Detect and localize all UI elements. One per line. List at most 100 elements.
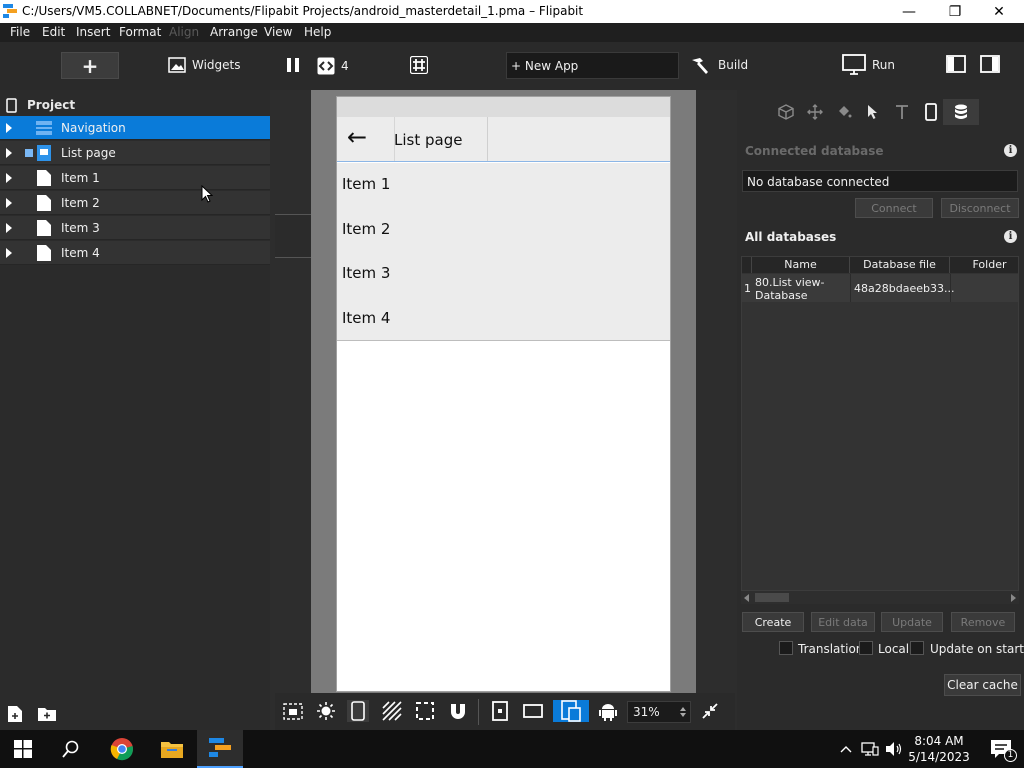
tree-item-item-1[interactable]: Item 1 (0, 166, 270, 190)
taskbar-clock[interactable]: 8:04 AM 5/14/2023 (905, 733, 973, 765)
multi-device-icon[interactable] (553, 700, 589, 722)
menu-help[interactable]: Help (304, 25, 331, 39)
move-icon[interactable] (805, 102, 825, 122)
expand-arrow-icon[interactable] (6, 198, 12, 208)
menu-edit[interactable]: Edit (42, 25, 65, 39)
database-icon[interactable] (943, 99, 979, 125)
expand-arrow-icon[interactable] (6, 123, 12, 133)
cube-icon[interactable] (776, 102, 796, 122)
update-on-startup-checkbox[interactable] (910, 641, 924, 655)
list-item[interactable]: Item 2 (342, 220, 390, 238)
list-item[interactable]: Item 3 (342, 264, 390, 282)
code-button[interactable]: 4 (317, 57, 349, 75)
toggle-right-panel-button[interactable] (980, 55, 1000, 73)
table-header-database-file[interactable]: Database file (850, 257, 950, 273)
list-item[interactable]: Item 1 (342, 175, 390, 193)
table-header-folder[interactable]: Folder (950, 257, 1018, 273)
new-folder-icon[interactable] (38, 707, 56, 721)
window-title: C:/Users/VM5.COLLABNET/Documents/Flipabi… (22, 4, 584, 18)
search-icon[interactable] (48, 730, 94, 768)
menu-arrange[interactable]: Arrange (210, 25, 258, 39)
expand-arrow-icon[interactable] (6, 223, 12, 233)
expand-arrow-icon[interactable] (6, 173, 12, 183)
phone-device-icon[interactable] (347, 700, 369, 722)
landscape-icon[interactable] (522, 700, 544, 722)
chrome-icon[interactable] (99, 730, 145, 768)
scroll-thumb[interactable] (755, 593, 789, 602)
flipabit-taskbar-icon[interactable] (197, 730, 243, 768)
grid-button[interactable] (410, 56, 428, 74)
pause-button[interactable] (286, 57, 300, 73)
scroll-left-icon[interactable] (744, 594, 750, 602)
edit-data-button[interactable]: Edit data (811, 612, 875, 632)
toggle-left-panel-button[interactable] (946, 55, 966, 73)
magnet-icon[interactable] (447, 700, 469, 722)
back-arrow-icon[interactable]: ← (347, 123, 367, 151)
collapse-icon[interactable] (699, 700, 721, 722)
tree-item-item-4[interactable]: Item 4 (0, 241, 270, 265)
clock-date: 5/14/2023 (908, 750, 970, 764)
tray-chevron-up-icon[interactable] (836, 730, 856, 768)
disconnect-button[interactable]: Disconnect (941, 198, 1019, 218)
remove-button[interactable]: Remove (951, 612, 1015, 632)
device-icon[interactable] (921, 102, 941, 122)
info-icon[interactable]: i (1004, 230, 1017, 243)
widgets-label: Widgets (192, 58, 241, 72)
tree-item-navigation[interactable]: Navigation (0, 116, 270, 140)
android-icon[interactable] (597, 700, 619, 722)
connect-button[interactable]: Connect (855, 198, 933, 218)
translation-checkbox[interactable] (779, 641, 793, 655)
volume-icon[interactable] (883, 730, 905, 768)
hatch-icon[interactable] (381, 700, 403, 722)
info-icon[interactable]: i (1004, 144, 1017, 157)
spinner-arrows-icon[interactable] (679, 706, 687, 718)
translation-label: Translation (798, 642, 864, 656)
table-header-name[interactable]: Name (752, 257, 850, 273)
new-app-button[interactable]: + New App (506, 52, 679, 79)
screenshot-icon[interactable] (282, 700, 304, 722)
pointer-icon[interactable] (863, 102, 883, 122)
build-button[interactable]: Build (690, 56, 748, 74)
list-item[interactable]: Item 4 (342, 309, 390, 327)
menu-format[interactable]: Format (119, 25, 161, 39)
selection-icon[interactable] (414, 700, 436, 722)
widgets-button[interactable]: Widgets (168, 57, 241, 73)
text-icon[interactable] (892, 102, 912, 122)
horizontal-scrollbar[interactable] (741, 590, 1019, 604)
tree-label: Item 4 (61, 246, 100, 260)
windows-start-icon[interactable] (0, 730, 46, 768)
tree-item-list-page[interactable]: List page (0, 141, 270, 165)
table-row[interactable]: 1 80.List view-Database 48a28bdaeeb33... (742, 274, 1018, 302)
expand-arrow-icon[interactable] (6, 248, 12, 258)
menu-view[interactable]: View (264, 25, 292, 39)
brightness-icon[interactable] (315, 700, 337, 722)
file-explorer-icon[interactable] (149, 730, 195, 768)
tree-item-item-3[interactable]: Item 3 (0, 216, 270, 240)
tree-item-item-2[interactable]: Item 2 (0, 191, 270, 215)
canvas-side-tab[interactable] (275, 214, 311, 258)
phone-preview[interactable]: ← List page Item 1 Item 2 Item 3 Item 4 (336, 96, 671, 692)
cell-divider (950, 274, 951, 302)
scroll-right-icon[interactable] (1010, 594, 1016, 602)
local-checkbox[interactable] (859, 641, 873, 655)
paint-bucket-icon[interactable] (834, 102, 854, 122)
zoom-field[interactable]: 31% (627, 701, 691, 723)
expand-arrow-icon[interactable] (6, 148, 12, 158)
notifications-icon[interactable]: 1 (978, 730, 1024, 768)
network-icon[interactable] (859, 730, 881, 768)
menu-file[interactable]: File (10, 25, 30, 39)
close-button[interactable]: ✕ (976, 0, 1022, 23)
add-button[interactable]: + (61, 52, 119, 79)
monitor-icon (842, 54, 866, 75)
new-page-icon[interactable] (8, 706, 22, 722)
run-button[interactable]: Run (842, 54, 895, 76)
minimize-button[interactable]: — (886, 0, 932, 23)
create-button[interactable]: Create (742, 612, 804, 632)
portrait-icon[interactable] (489, 700, 511, 722)
image-icon (168, 57, 186, 73)
toolbar-divider (478, 699, 479, 725)
menu-insert[interactable]: Insert (76, 25, 110, 39)
restore-button[interactable]: ❐ (932, 0, 978, 23)
clear-cache-button[interactable]: Clear cache (944, 674, 1021, 696)
update-button[interactable]: Update (881, 612, 943, 632)
